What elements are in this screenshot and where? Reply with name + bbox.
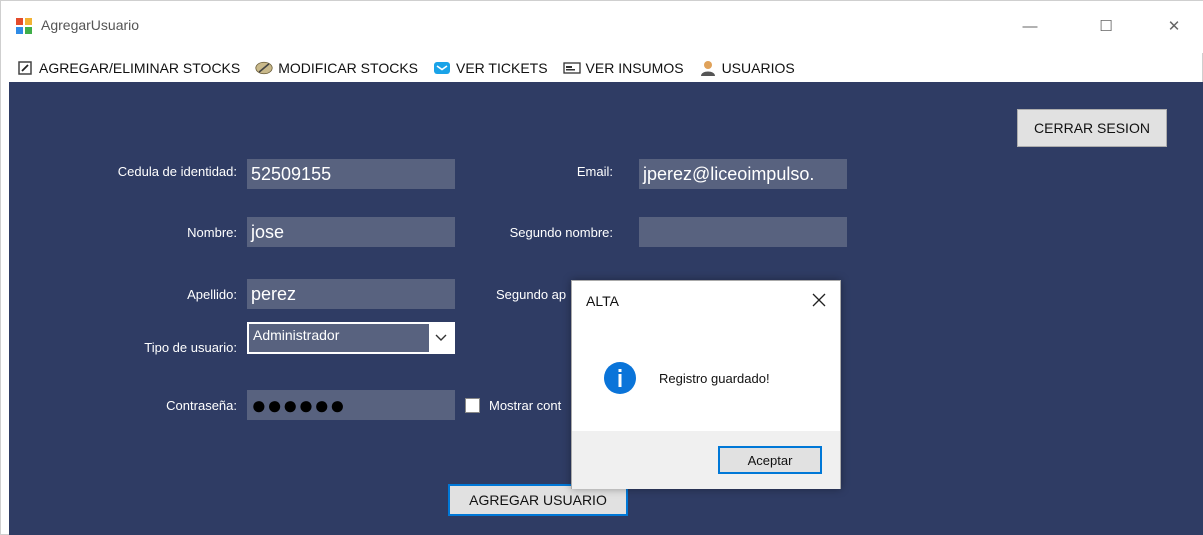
alta-dialog: ALTA Registro guardado! Aceptar [571, 280, 841, 489]
window-title: AgregarUsuario [41, 17, 140, 33]
user-icon [699, 60, 717, 76]
aceptar-button[interactable]: Aceptar [718, 446, 822, 474]
mostrar-contrasena-label: Mostrar cont [489, 398, 562, 413]
mostrar-contrasena-checkbox[interactable] [465, 398, 480, 413]
cerrar-sesion-button[interactable]: CERRAR SESION [1017, 109, 1167, 147]
email-label: Email: [576, 164, 613, 179]
email-input[interactable]: jperez@liceoimpulso. [639, 159, 847, 189]
password-input[interactable]: ●●●●●● [247, 390, 455, 420]
cedula-label: Cedula de identidad: [117, 164, 237, 179]
menu-agregar-eliminar-stocks[interactable]: AGREGAR/ELIMINAR STOCKS [9, 56, 248, 80]
dialog-footer: Aceptar [572, 431, 840, 489]
tipo-usuario-select[interactable]: Administrador [247, 322, 455, 354]
password-label: Contraseña: [166, 398, 237, 413]
segundo-nombre-input[interactable] [639, 217, 847, 247]
menu-label: VER TICKETS [456, 60, 548, 76]
nombre-input[interactable]: jose [247, 217, 455, 247]
menu-ver-tickets[interactable]: VER TICKETS [426, 56, 556, 80]
app-icon [15, 17, 33, 35]
tipo-usuario-value: Administrador [253, 327, 340, 343]
edit-doc-icon [16, 60, 34, 76]
cedula-input[interactable]: 52509155 [247, 159, 455, 189]
nombre-label: Nombre: [187, 225, 237, 240]
envelope-icon [433, 60, 451, 76]
apellido-label: Apellido: [187, 287, 237, 302]
minimize-button[interactable]: — [1007, 9, 1053, 43]
dialog-close-icon[interactable] [808, 289, 830, 311]
tipo-usuario-label: Tipo de usuario: [144, 340, 237, 355]
menu-label: USUARIOS [721, 60, 795, 76]
menu-label: VER INSUMOS [585, 60, 684, 76]
close-window-button[interactable]: ✕ [1151, 9, 1197, 43]
menu-modificar-stocks[interactable]: MODIFICAR STOCKS [248, 56, 426, 80]
menu-label: MODIFICAR STOCKS [278, 60, 418, 76]
menu-bar: AGREGAR/ELIMINAR STOCKS MODIFICAR STOCKS… [9, 55, 1199, 81]
dialog-message: Registro guardado! [659, 371, 770, 386]
id-card-icon [562, 60, 581, 76]
chevron-down-icon[interactable] [429, 324, 453, 352]
info-icon [603, 361, 637, 395]
dialog-title: ALTA [586, 293, 619, 309]
apellido-input[interactable]: perez [247, 279, 455, 309]
title-bar: AgregarUsuario — ☐ ✕ [1, 1, 1203, 53]
segundo-nombre-label: Segundo nombre: [509, 225, 613, 240]
maximize-button[interactable]: ☐ [1083, 9, 1129, 43]
pencil-icon [255, 60, 273, 76]
menu-label: AGREGAR/ELIMINAR STOCKS [39, 60, 241, 76]
agregar-usuario-window: AgregarUsuario — ☐ ✕ AGREGAR/ELIMINAR ST… [0, 0, 1203, 535]
menu-usuarios[interactable]: USUARIOS [692, 56, 803, 80]
menu-ver-insumos[interactable]: VER INSUMOS [556, 56, 692, 80]
segundo-apellido-label: Segundo ap [496, 287, 567, 302]
